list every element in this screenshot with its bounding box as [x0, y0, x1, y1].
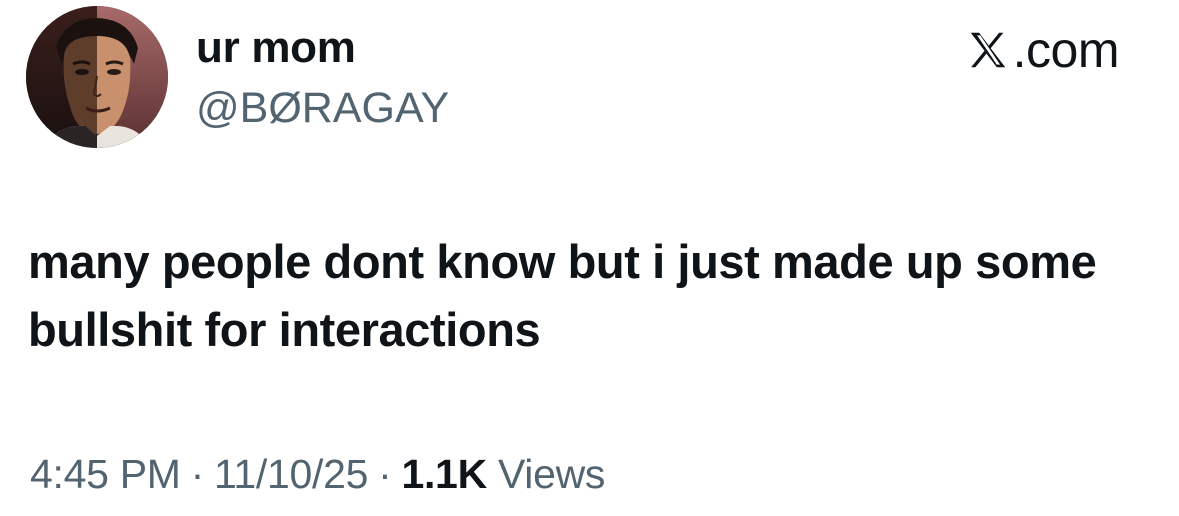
author-display-name[interactable]: ur mom	[196, 22, 356, 74]
views-label[interactable]: Views	[498, 451, 605, 497]
x-logo-icon	[970, 32, 1005, 68]
brand-domain-text: .com	[1012, 22, 1120, 78]
brand-watermark: .com	[965, 20, 1120, 80]
tweet-text: many people dont know but i just made up…	[28, 235, 1097, 356]
meta-separator: ·	[190, 451, 205, 497]
tweet-meta: 4:45 PM · 11/10/25 · 1.1K Views	[30, 446, 605, 502]
views-count[interactable]: 1.1K	[401, 451, 487, 497]
avatar[interactable]	[26, 6, 168, 148]
tweet-card: ur mom @BØRAGAY .com many people dont kn…	[0, 0, 1179, 516]
tweet-time[interactable]: 4:45 PM	[30, 451, 181, 497]
author-handle[interactable]: @BØRAGAY	[196, 82, 449, 134]
meta-separator: ·	[378, 451, 392, 497]
avatar-image	[26, 6, 168, 148]
tweet-date[interactable]: 11/10/25	[214, 451, 368, 497]
